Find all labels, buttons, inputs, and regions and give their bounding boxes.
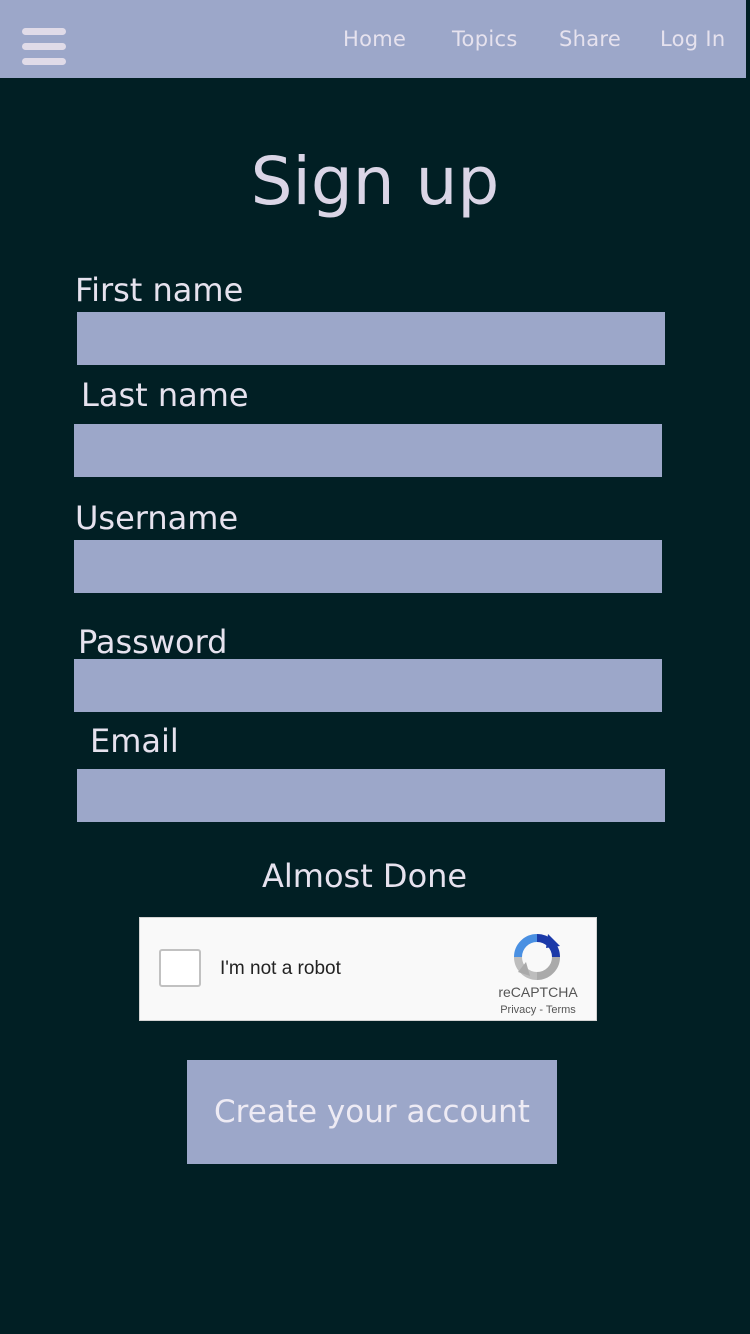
- recaptcha-privacy-terms-link[interactable]: Privacy - Terms: [480, 1004, 596, 1016]
- hamburger-menu-icon[interactable]: [22, 28, 66, 66]
- nav-link-home[interactable]: Home: [343, 27, 406, 51]
- signup-page: Home Topics Share Log In Sign up First n…: [0, 0, 750, 1334]
- page-title: Sign up: [250, 143, 500, 220]
- password-field[interactable]: [74, 659, 662, 712]
- recaptcha-checkbox-label: I'm not a robot: [220, 958, 341, 979]
- recaptcha-logo-icon: [514, 934, 560, 980]
- nav-link-log-in[interactable]: Log In: [660, 27, 726, 51]
- nav-link-share[interactable]: Share: [559, 27, 621, 51]
- email-field[interactable]: [77, 769, 665, 822]
- first-name-label: First name: [75, 271, 244, 309]
- create-account-button[interactable]: Create your account: [187, 1060, 557, 1164]
- recaptcha-widget: I'm not a robot reCAPTCHA Privacy - Term…: [139, 917, 597, 1021]
- email-label: Email: [90, 722, 179, 760]
- recaptcha-brand: reCAPTCHA: [498, 984, 578, 1000]
- first-name-field[interactable]: [77, 312, 665, 365]
- almost-done-heading: Almost Done: [262, 857, 468, 895]
- top-nav-bar: Home Topics Share Log In: [0, 0, 746, 78]
- password-label: Password: [78, 623, 228, 661]
- last-name-label: Last name: [81, 376, 249, 414]
- username-field[interactable]: [74, 540, 662, 593]
- last-name-field[interactable]: [74, 424, 662, 477]
- nav-link-topics[interactable]: Topics: [452, 27, 518, 51]
- recaptcha-checkbox[interactable]: [159, 949, 201, 987]
- username-label: Username: [75, 499, 239, 537]
